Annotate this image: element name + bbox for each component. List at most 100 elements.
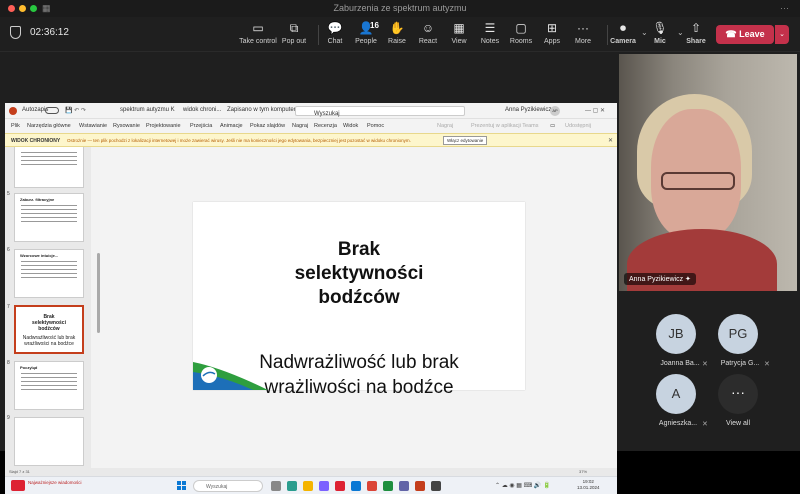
teams-window: ▦ Zaburzenia ze spektrum autyzmu ··· 02:… [0, 0, 800, 494]
zoom-level: 37% [579, 469, 588, 474]
edge-icon[interactable] [287, 481, 297, 491]
news-alert-text[interactable]: Najważniejsze wiadomości [28, 480, 82, 485]
status-bar: Slajd 7 z 31 37% [5, 468, 617, 476]
thumbnail-scrollbar[interactable] [97, 253, 100, 333]
slide-logo-decoration [193, 362, 268, 390]
menu-design[interactable]: Projektowanie [146, 123, 181, 129]
current-slide: Brak selektywności bodźców Nadwrażliwość… [193, 202, 525, 398]
leave-options-chevron-icon[interactable]: ⌄ [775, 25, 789, 44]
close-bar-icon[interactable]: ✕ [608, 137, 613, 144]
view-all-button[interactable]: ··· View all [718, 374, 758, 427]
antivirus-icon[interactable] [335, 481, 345, 491]
menu-insert[interactable]: Wstawianie [79, 123, 107, 129]
enable-editing-button[interactable]: Włącz edytowanie [443, 136, 488, 145]
menu-draw[interactable]: Rysowanie [113, 123, 140, 129]
protected-view-bar: WIDOK CHRONIONY Ostrożnie — ten plik poc… [5, 133, 617, 147]
participant-avatar: A [656, 374, 696, 414]
mic-muted-icon: ✕ [702, 421, 708, 428]
system-tray-icons[interactable]: ⌃ ☁ ◉ ▦ ⌨ 🔊 🔋 [495, 482, 551, 489]
slide-thumbnail[interactable]: Wzorcowe intuicje... [14, 249, 84, 298]
search-input[interactable]: Wyszukaj [295, 106, 465, 117]
title-bar: ▦ Zaburzenia ze spektrum autyzmu ··· [0, 0, 800, 17]
pop-out-icon: ⧉ [289, 21, 299, 35]
participant-name: Joanna Ba... [660, 360, 700, 367]
menu-file[interactable]: Plik [11, 123, 20, 129]
leave-label: Leave [739, 29, 765, 39]
shared-screen-area: Autozapis 💾 ↶ ↷ spektrum autyzmu K widok… [0, 53, 617, 494]
participant-tile[interactable]: PG Patrycja G... ✕ [718, 314, 770, 368]
menu-view[interactable]: Widok [343, 123, 358, 129]
more-button[interactable]: ··· More [561, 20, 605, 45]
search-placeholder: Wyszukaj [314, 111, 340, 117]
participant-tile[interactable]: A Agnieszka... ✕ [656, 374, 708, 428]
word-icon[interactable] [351, 481, 361, 491]
slide-title: Brak selektywności bodźców [294, 239, 424, 308]
video-person-glasses [661, 172, 735, 190]
menu-transitions[interactable]: Przejścia [190, 123, 212, 129]
present-in-teams-button[interactable]: Prezentuj w aplikacji Teams [471, 123, 538, 129]
slide-thumbnail[interactable]: Poczyląd [14, 361, 84, 410]
window-controls-icon[interactable]: — ▢ ✕ [585, 107, 605, 114]
user-name: Anna Pyzikiewicz [505, 107, 552, 113]
pop-out-label: Pop out [281, 38, 307, 45]
chrome-icon[interactable] [367, 481, 377, 491]
more-options-icon[interactable]: ··· [780, 3, 789, 13]
menu-slideshow[interactable]: Pokaz slajdów [250, 123, 285, 129]
task-view-icon[interactable] [271, 481, 281, 491]
protected-view-title: WIDOK CHRONIONY [11, 138, 61, 144]
windows-start-icon[interactable] [177, 481, 187, 491]
participant-tile[interactable]: JB Joanna Ba... ✕ [656, 314, 708, 368]
shield-icon [10, 26, 21, 39]
pop-out-button[interactable]: ⧉ Pop out [272, 20, 316, 45]
mic-muted-icon: ✕ [764, 361, 770, 368]
meeting-timer: 02:36:12 [30, 27, 69, 38]
menu-home[interactable]: Narzędzia główne [27, 123, 71, 129]
save-icon[interactable]: 💾 ↶ ↷ [65, 107, 86, 114]
participant-name: Agnieszka... [658, 420, 698, 427]
user-avatar[interactable]: AP [550, 106, 560, 116]
more-dots-icon: ··· [718, 374, 758, 414]
participant-avatar: PG [718, 314, 758, 354]
file-explorer-icon[interactable] [303, 481, 313, 491]
comments-icon[interactable]: ▭ [550, 123, 555, 129]
news-alert-icon[interactable] [11, 480, 25, 491]
powerpoint-logo-icon [9, 107, 17, 115]
autosave-toggle[interactable] [45, 107, 59, 114]
ribbon-menu: Plik Narzędzia główne Wstawianie Rysowan… [5, 119, 617, 133]
slide-number: 9 [7, 415, 10, 421]
more-icon: ··· [577, 21, 589, 35]
record-button[interactable]: Nagraj [437, 123, 453, 129]
slide-number: 5 [7, 191, 10, 197]
taskbar-clock[interactable]: 19:02 13.01.2024 [577, 479, 600, 491]
whatsapp-icon[interactable] [383, 481, 393, 491]
share-button[interactable]: ⇧ Share [674, 20, 718, 45]
slide-number: 8 [7, 360, 10, 366]
leave-button[interactable]: ☎ Leave [716, 25, 774, 44]
menu-animations[interactable]: Animacje [220, 123, 243, 129]
share-label: Share [686, 38, 706, 45]
participant-avatar: JB [656, 314, 696, 354]
share-doc-button[interactable]: Udostępnij [565, 123, 591, 129]
powerpoint-title-bar: Autozapis 💾 ↶ ↷ spektrum autyzmu K widok… [5, 103, 617, 119]
meeting-control-bar: 02:36:12 ▭ Take control ⧉ Pop out 💬 Chat… [0, 17, 800, 52]
taskbar-search-input[interactable]: Wyszukaj [193, 480, 263, 492]
presenter-name: Anna Pyzikiewicz [629, 276, 684, 283]
menu-review[interactable]: Recenzja [314, 123, 337, 129]
thumbnail-title: Zaburz. filtracyjne [20, 197, 55, 202]
powerpoint-taskbar-icon[interactable] [415, 481, 425, 491]
slide-number: 6 [7, 247, 10, 253]
presenter-video-tile[interactable]: Anna Pyzikiewicz ✦ [619, 54, 797, 291]
slide-thumbnail[interactable] [14, 417, 84, 466]
taskbar-date: 13.01.2024 [577, 485, 600, 490]
slide-thumbnail[interactable] [14, 147, 84, 188]
store-icon[interactable] [319, 481, 329, 491]
slide-thumbnail[interactable]: Zaburz. filtracyjne [14, 193, 84, 242]
document-title: spektrum autyzmu K [120, 107, 175, 113]
teams-icon[interactable] [399, 481, 409, 491]
app-icon[interactable] [431, 481, 441, 491]
menu-record[interactable]: Nagraj [292, 123, 308, 129]
menu-help[interactable]: Pomoc [367, 123, 384, 129]
pin-icon: ✦ [685, 276, 691, 283]
slide-thumbnail-selected[interactable]: Brak selektywności bodźców Nadwrażliwość… [14, 305, 84, 354]
more-label: More [575, 38, 591, 45]
